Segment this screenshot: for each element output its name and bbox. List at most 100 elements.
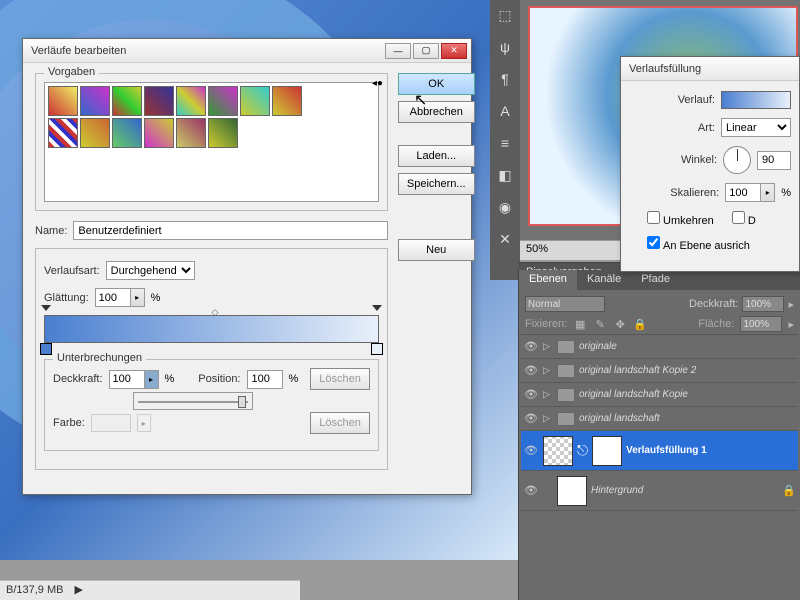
layer-thumb[interactable]	[557, 476, 587, 506]
type-select[interactable]: Durchgehend	[106, 261, 195, 280]
gradient-bar[interactable]	[44, 315, 379, 343]
preset-swatch[interactable]	[112, 118, 142, 148]
align-checkbox[interactable]: An Ebene ausrich	[647, 236, 750, 252]
new-button[interactable]: Neu	[398, 239, 475, 261]
preset-swatch[interactable]	[48, 118, 78, 148]
blend-mode-select[interactable]	[525, 296, 605, 312]
visibility-icon[interactable]: 👁	[523, 484, 539, 497]
tool-icon-char[interactable]: A	[494, 100, 516, 122]
status-arrow-icon[interactable]: ▶	[75, 584, 83, 596]
angle-label: Winkel:	[681, 154, 717, 166]
tool-icon-swatch[interactable]: ◧	[494, 164, 516, 186]
delete-opacity-stop-button[interactable]: Löschen	[310, 368, 370, 390]
expand-icon[interactable]: ▷	[543, 413, 553, 424]
close-button[interactable]: ✕	[441, 43, 467, 59]
expand-icon[interactable]: ▷	[543, 341, 553, 352]
angle-input[interactable]	[757, 151, 791, 170]
load-button[interactable]: Laden...	[398, 145, 475, 167]
layer-thumb[interactable]	[543, 436, 573, 466]
dialog-titlebar[interactable]: Verläufe bearbeiten — ▢ ✕	[23, 39, 471, 63]
layer-name[interactable]: original landschaft	[579, 413, 796, 424]
mask-thumb[interactable]	[592, 436, 622, 466]
expand-icon[interactable]: ▷	[543, 365, 553, 376]
layer-row[interactable]: 👁 ▷ original landschaft	[521, 407, 798, 431]
minimize-button[interactable]: —	[385, 43, 411, 59]
dither-checkbox[interactable]: D	[732, 211, 756, 227]
scale-input[interactable]	[725, 183, 761, 202]
tab-layers[interactable]: Ebenen	[519, 270, 577, 290]
maximize-button[interactable]: ▢	[413, 43, 439, 59]
visibility-icon[interactable]: 👁	[523, 364, 539, 377]
stepper-icon[interactable]: ▸	[131, 288, 145, 307]
opacity-stop-left[interactable]	[41, 305, 51, 315]
tool-icon-camera[interactable]: ◉	[494, 196, 516, 218]
tab-channels[interactable]: Kanäle	[577, 270, 631, 290]
layer-row-selected[interactable]: 👁 ⎋ Verlaufsfüllung 1	[521, 431, 798, 471]
layer-row[interactable]: 👁 ▷ originale	[521, 335, 798, 359]
layer-fill-input[interactable]	[740, 316, 782, 332]
layer-name[interactable]: original landschaft Kopie 2	[579, 365, 796, 376]
opacity-stop-input[interactable]	[109, 370, 145, 389]
color-stop-right[interactable]	[371, 343, 383, 355]
slider-thumb[interactable]	[238, 396, 246, 408]
lock-transparency-icon[interactable]: ▦	[573, 317, 587, 331]
preset-swatch[interactable]	[240, 86, 270, 116]
fill-stepper-icon[interactable]: ▸	[788, 318, 794, 331]
visibility-icon[interactable]: 👁	[523, 340, 539, 353]
layer-name[interactable]: Verlaufsfüllung 1	[626, 445, 796, 456]
fill-titlebar[interactable]: Verlaufsfüllung	[621, 57, 799, 81]
preset-swatch[interactable]	[144, 118, 174, 148]
layer-name[interactable]: Hintergrund	[591, 485, 778, 496]
tool-icon-fx[interactable]: ≡	[494, 132, 516, 154]
lock-paint-icon[interactable]: ✎	[593, 317, 607, 331]
opacity-stop-right[interactable]	[372, 305, 382, 315]
tool-icon-wrench[interactable]: ✕	[494, 228, 516, 250]
opacity-stepper-icon[interactable]: ▸	[788, 298, 794, 311]
preset-swatch[interactable]	[80, 118, 110, 148]
ok-button[interactable]: OK	[398, 73, 475, 95]
preset-swatch[interactable]	[208, 86, 238, 116]
tool-icon-psi[interactable]: ψ	[494, 36, 516, 58]
color-swatch[interactable]	[91, 414, 131, 432]
position-input[interactable]	[247, 370, 283, 389]
layer-row[interactable]: 👁 Hintergrund 🔒	[521, 471, 798, 511]
preset-swatch[interactable]	[208, 118, 238, 148]
preset-swatch[interactable]	[176, 86, 206, 116]
preset-swatch[interactable]	[112, 86, 142, 116]
cancel-button[interactable]: Abbrechen	[398, 101, 475, 123]
stepper-icon[interactable]: ▸	[761, 183, 775, 202]
style-select[interactable]: Linear	[721, 118, 791, 137]
stepper-icon[interactable]: ▸	[145, 370, 159, 389]
lock-move-icon[interactable]: ✥	[613, 317, 627, 331]
preset-swatch[interactable]	[272, 86, 302, 116]
tool-icon-para[interactable]: ¶	[494, 68, 516, 90]
gradient-name-input[interactable]	[73, 221, 387, 240]
delete-color-stop-button[interactable]: Löschen	[310, 412, 370, 434]
save-button[interactable]: Speichern...	[398, 173, 475, 195]
visibility-icon[interactable]: 👁	[523, 388, 539, 401]
reverse-checkbox[interactable]: Umkehren	[647, 211, 714, 227]
layer-opacity-input[interactable]	[742, 296, 784, 312]
opacity-slider-popup[interactable]	[133, 392, 253, 410]
visibility-icon[interactable]: 👁	[523, 444, 539, 457]
lock-all-icon[interactable]: 🔒	[633, 317, 647, 331]
gradient-swatch[interactable]	[721, 91, 791, 109]
color-stop-left[interactable]	[40, 343, 52, 355]
smooth-input[interactable]	[95, 288, 131, 307]
preset-swatch[interactable]	[176, 118, 206, 148]
layer-row[interactable]: 👁 ▷ original landschaft Kopie	[521, 383, 798, 407]
preset-swatch[interactable]	[80, 86, 110, 116]
expand-icon[interactable]: ▷	[543, 389, 553, 400]
tool-icon-a[interactable]: ⬚	[494, 4, 516, 26]
layer-row[interactable]: 👁 ▷ original landschaft Kopie 2	[521, 359, 798, 383]
preset-swatch[interactable]	[48, 86, 78, 116]
visibility-icon[interactable]: 👁	[523, 412, 539, 425]
color-flyout-icon[interactable]: ▸	[137, 414, 151, 432]
layer-name[interactable]: originale	[579, 341, 796, 352]
preset-flyout-icon[interactable]: ◂●	[372, 78, 383, 89]
angle-dial[interactable]	[723, 146, 751, 174]
preset-grid[interactable]	[44, 82, 379, 202]
tab-paths[interactable]: Pfade	[631, 270, 680, 290]
layer-name[interactable]: original landschaft Kopie	[579, 389, 796, 400]
preset-swatch[interactable]	[144, 86, 174, 116]
